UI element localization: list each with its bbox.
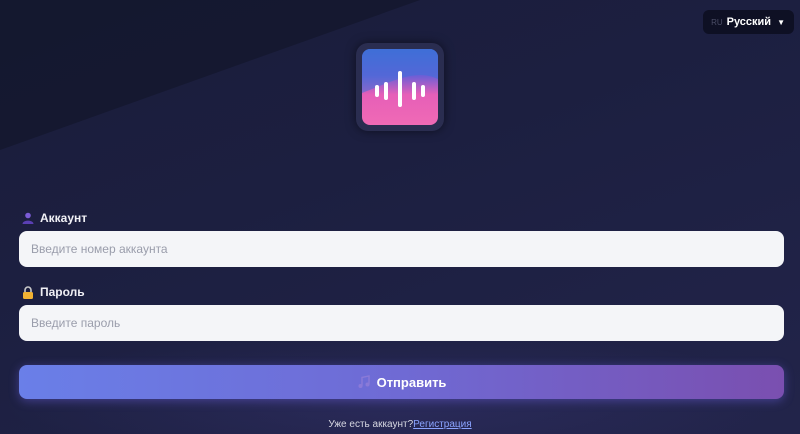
password-label: Пароль — [22, 285, 85, 299]
footer: Уже есть аккаунт?Регистрация — [0, 419, 800, 430]
language-code: RU — [711, 17, 723, 27]
sound-wave-icon — [362, 49, 438, 125]
account-label: Аккаунт — [22, 211, 87, 225]
submit-button-label: Отправить — [376, 374, 447, 390]
user-icon — [22, 212, 34, 224]
language-label: Русский — [726, 16, 772, 28]
register-link[interactable]: Регистрация — [413, 419, 471, 430]
submit-button[interactable]: Отправить — [19, 365, 784, 399]
footer-prompt: Уже есть аккаунт? — [328, 419, 414, 430]
language-selector[interactable]: RU Русский ▼ — [703, 10, 794, 34]
lock-icon — [22, 285, 34, 299]
password-input[interactable] — [19, 305, 784, 341]
account-input[interactable] — [19, 231, 784, 267]
app-logo — [356, 43, 444, 131]
password-label-text: Пароль — [40, 285, 85, 299]
account-label-text: Аккаунт — [40, 211, 88, 225]
music-note-icon — [357, 375, 371, 389]
caret-down-icon: ▼ — [777, 17, 785, 27]
